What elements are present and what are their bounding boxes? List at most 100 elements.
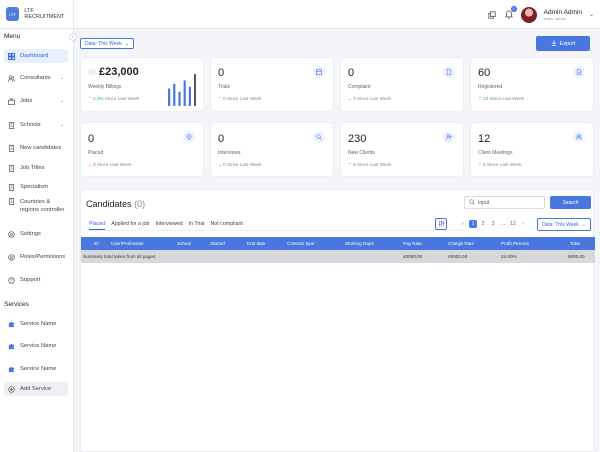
billing-bar: [168, 88, 171, 106]
search-icon: [469, 198, 475, 207]
stat-value: 0: [218, 67, 225, 79]
service-label: Service Name: [20, 343, 57, 349]
stat-card-placed: 0 Placed ⌄ 0 Since Last Week: [80, 122, 204, 177]
export-label: Export: [559, 40, 576, 47]
column-header[interactable]: Started: [210, 241, 225, 246]
tab-placed[interactable]: Placed: [89, 221, 106, 230]
sidebar-item-countries[interactable]: Countries & regions controller: [4, 195, 68, 217]
trend-up-icon: ⌃: [348, 162, 352, 167]
sidebar-item-support[interactable]: Support: [4, 273, 68, 287]
stat-card-new-clients: 230 New Clients ⌃ 6 Since Last Week: [340, 122, 464, 177]
sidebar: Menu Dashboard Consultants ⌄ Jobs ⌄ Scho…: [0, 29, 74, 452]
user-role: super admin: [543, 15, 566, 21]
tab-applied[interactable]: Applied for a job: [111, 221, 149, 230]
stat-since: Since Last Week: [96, 162, 132, 167]
billing-bar: [178, 91, 181, 106]
sidebar-item-job-titles[interactable]: Job Titles: [4, 161, 68, 175]
stat-change-value: 0: [223, 162, 226, 167]
date-filter-dropdown[interactable]: Data: This Week ⌄: [80, 38, 134, 49]
stat-change-value: 12: [483, 96, 489, 101]
page-button[interactable]: 12: [509, 220, 517, 228]
chevron-down-icon: ⌄: [59, 75, 64, 81]
candidate-tabs: Placed Applied for a job Interviewed In …: [89, 221, 243, 230]
bell-icon[interactable]: 2: [504, 5, 517, 20]
add-service-label: Add Service: [20, 386, 52, 392]
stat-since: Since Last Week: [356, 96, 392, 101]
table-date-filter[interactable]: Data: This Week ⌄: [537, 218, 591, 231]
sidebar-item-consultants[interactable]: Consultants ⌄: [4, 71, 68, 85]
stat-card-client-meetings: 12 Client Meetings ⌃ 5 Since Last Week: [470, 122, 594, 177]
column-header[interactable]: User/Profession: [111, 241, 144, 246]
page-button[interactable]: 3: [489, 220, 497, 228]
search-button[interactable]: Search: [550, 196, 591, 209]
candidates-count: (0): [134, 199, 146, 209]
summary-charge-rate: 45000.00: [448, 254, 468, 259]
column-header[interactable]: Working Days: [345, 241, 374, 246]
stat-change-value: 5: [483, 162, 486, 167]
stat-since: Since Last Week: [226, 162, 262, 167]
column-header[interactable]: Charge Rate: [448, 241, 474, 246]
trend-up-icon: ⌃: [218, 96, 222, 101]
avatar[interactable]: [520, 6, 537, 23]
stat-value: 0: [218, 133, 225, 145]
tabs-divider: [86, 230, 467, 231]
date-filter-label: Data: This Week: [85, 40, 122, 47]
sidebar-item-dashboard[interactable]: Dashboard: [4, 49, 68, 63]
sidebar-item-specialism[interactable]: Specialism: [4, 180, 68, 194]
puzzle-icon: [8, 321, 15, 328]
sidebar-item-schools[interactable]: Schools ⌄: [4, 118, 68, 132]
tab-not-compliant[interactable]: Not compliant: [210, 221, 242, 230]
sidebar-item-roles[interactable]: Roles/Permisions: [4, 250, 68, 264]
table-date-label: Data: This Week: [542, 221, 579, 228]
column-header[interactable]: ID: [94, 241, 99, 246]
sidebar-item-label: Roles/Permisions: [20, 254, 66, 260]
stat-value: 0: [88, 133, 95, 145]
stat-change-value: 2.3%: [93, 96, 104, 101]
service-item[interactable]: Service Name: [4, 317, 68, 331]
building-icon: [8, 164, 15, 172]
service-item[interactable]: Service Name: [4, 362, 68, 376]
search-input[interactable]: Input: [464, 196, 545, 209]
sidebar-item-new-candidates[interactable]: New candidates: [4, 141, 68, 155]
chevron-down-icon: ⌄: [59, 98, 64, 104]
puzzle-icon: [8, 343, 15, 350]
prev-page-button[interactable]: ‹: [459, 220, 467, 228]
main-content: Data: This Week ⌄ Export £23,000 Weekly …: [74, 29, 600, 452]
stat-change-value: 6: [353, 162, 356, 167]
wallet-icon: [88, 68, 96, 76]
sidebar-item-settings[interactable]: Settings: [4, 227, 68, 241]
column-header[interactable]: Total: [570, 241, 580, 246]
billing-bar: [194, 74, 196, 106]
column-header[interactable]: Profit Percent: [501, 241, 529, 246]
stat-change: ⌃ 0 Since Last Week: [218, 96, 261, 102]
tab-in-trial[interactable]: In Trial: [189, 221, 205, 230]
user-info[interactable]: Admin Admin super admin: [544, 9, 582, 21]
stat-card-registered: 60 Registered ⌃ 12 Since Last Week: [470, 57, 594, 112]
layers-icon[interactable]: [487, 10, 497, 20]
stat-label: Registered: [478, 84, 503, 90]
next-page-button[interactable]: ›: [519, 220, 527, 228]
export-button[interactable]: Export: [536, 36, 590, 51]
chevron-down-icon: ⌄: [59, 122, 64, 128]
chevron-down-icon[interactable]: ⌄: [589, 11, 594, 18]
filter-button[interactable]: [435, 218, 447, 230]
stat-change: ⌃ 6 Since Last Week: [348, 162, 391, 168]
service-item[interactable]: Service Name: [4, 339, 68, 353]
logo[interactable]: LTF LTF RECRUITMENT: [0, 0, 74, 29]
column-header[interactable]: Pay Rate: [403, 241, 422, 246]
plus-circle-icon: [8, 385, 15, 393]
column-header[interactable]: Contract type: [287, 241, 314, 246]
sidebar-item-jobs[interactable]: Jobs ⌄: [4, 94, 68, 108]
billing-bar: [183, 80, 186, 106]
add-service-button[interactable]: Add Service: [4, 382, 68, 396]
page-button[interactable]: 1: [469, 220, 477, 228]
briefcase-icon: [8, 98, 15, 105]
location-icon: [183, 131, 195, 143]
trend-down-icon: ⌄: [218, 162, 222, 167]
column-header[interactable]: End date: [247, 241, 265, 246]
tab-interviewed[interactable]: Interviewed: [155, 221, 182, 230]
page-button[interactable]: 2: [479, 220, 487, 228]
document-icon: [443, 66, 455, 78]
column-header[interactable]: School: [177, 241, 191, 246]
stat-value: 12: [478, 133, 491, 145]
